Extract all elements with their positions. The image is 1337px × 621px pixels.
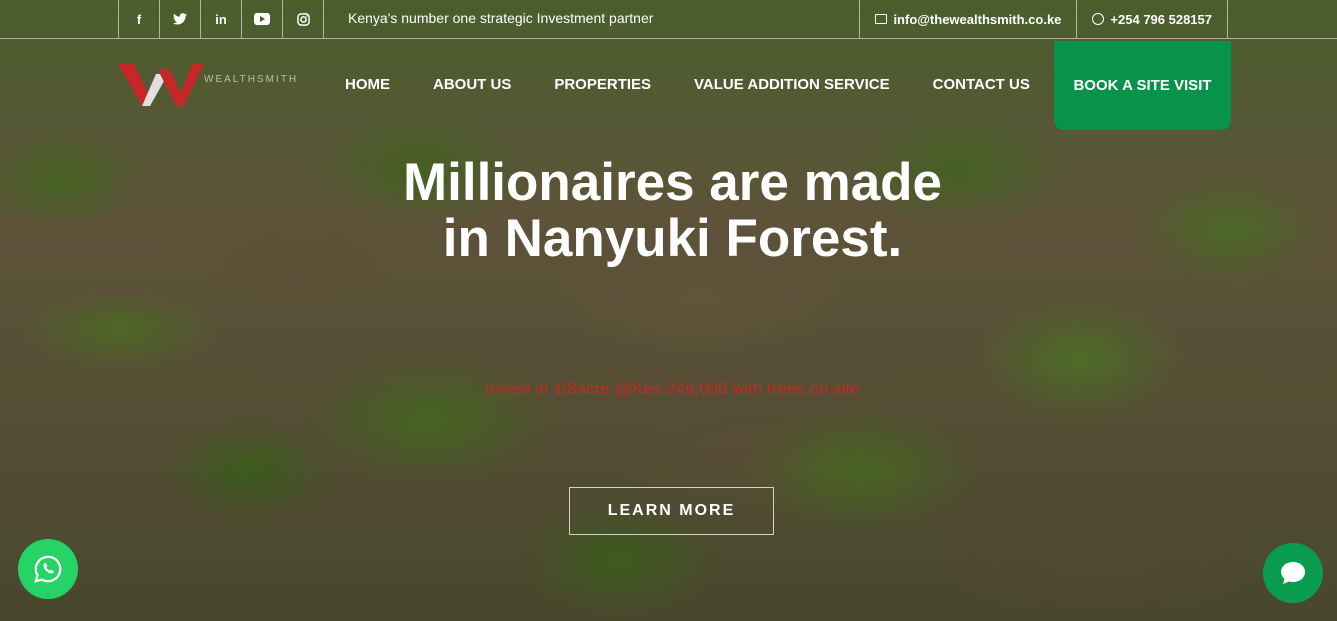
mail-icon <box>875 14 888 24</box>
email-link[interactable]: info@thewealthsmith.co.ke <box>859 0 1076 38</box>
hero-headline: Millionaires are made in Nanyuki Forest. <box>402 153 943 268</box>
nav-properties[interactable]: PROPERTIES <box>554 76 651 93</box>
phone-link[interactable]: +254 796 528157 <box>1076 0 1228 38</box>
site-logo[interactable]: WEALTHSMITH <box>118 60 313 110</box>
nav-home[interactable]: HOME <box>345 76 390 93</box>
linkedin-icon[interactable]: in <box>200 0 241 38</box>
contact-info: info@thewealthsmith.co.ke +254 796 52815… <box>859 0 1228 38</box>
twitter-icon[interactable] <box>159 0 200 38</box>
phone-text: +254 796 528157 <box>1110 11 1212 27</box>
whatsapp-icon <box>34 555 62 583</box>
book-site-visit-button[interactable]: BOOK A SITE VISIT <box>1054 41 1231 130</box>
logo-text: WEALTHSMITH <box>204 74 299 85</box>
live-chat-button[interactable] <box>1263 543 1323 603</box>
chat-bubble-icon <box>1281 562 1305 584</box>
learn-more-button[interactable]: LEARN MORE <box>569 487 774 535</box>
youtube-icon[interactable] <box>241 0 282 38</box>
hero-subline: Invest in 1/8acre @Kes.249,000 with tree… <box>485 379 860 398</box>
wealthsmith-logo-mark <box>118 64 204 106</box>
nav-contact-us[interactable]: CONTACT US <box>933 76 1030 93</box>
main-nav: HOME ABOUT US PROPERTIES VALUE ADDITION … <box>345 76 1073 93</box>
social-links: f in <box>118 0 324 38</box>
email-text: info@thewealthsmith.co.ke <box>893 11 1062 27</box>
facebook-icon[interactable]: f <box>118 0 159 38</box>
nav-about-us[interactable]: ABOUT US <box>433 76 511 93</box>
whatsapp-chat-button[interactable] <box>18 539 78 599</box>
tagline: Kenya's number one strategic Investment … <box>348 10 654 26</box>
nav-value-addition-service[interactable]: VALUE ADDITION SERVICE <box>694 76 890 93</box>
top-bar: f in Kenya's number one strategic Invest… <box>0 0 1337 39</box>
instagram-icon[interactable] <box>282 0 324 38</box>
whatsapp-icon <box>1092 13 1105 25</box>
